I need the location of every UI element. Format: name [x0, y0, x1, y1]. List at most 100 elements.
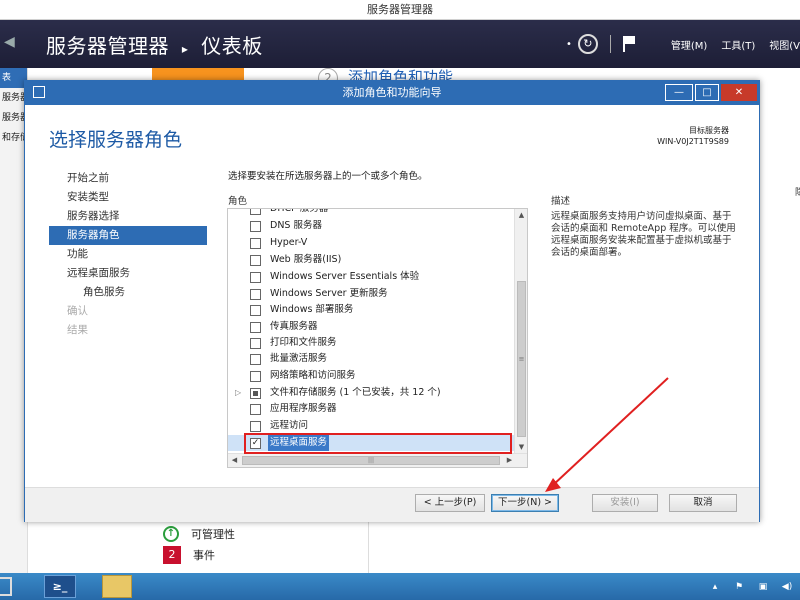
nav-features[interactable]: 功能: [49, 245, 207, 264]
role-item[interactable]: DHCP 服务器: [228, 209, 515, 217]
menu-view[interactable]: 视图(V: [769, 37, 800, 52]
role-item[interactable]: 打印和文件服务: [228, 335, 515, 351]
role-label: DNS 服务器: [270, 220, 322, 231]
nav-before-you-begin[interactable]: 开始之前: [49, 169, 207, 188]
wizard-titlebar: 添加角色和功能向导 — □ ✕: [25, 81, 759, 105]
role-item[interactable]: 批量激活服务: [228, 351, 515, 367]
dropdown-dot-icon[interactable]: •: [566, 39, 572, 50]
events-count-badge: 2: [163, 546, 181, 564]
manageability-row[interactable]: ↑ 可管理性: [163, 526, 235, 542]
menu-manage[interactable]: 管理(M): [671, 37, 707, 52]
role-checkbox[interactable]: [250, 209, 261, 215]
role-checkbox[interactable]: [250, 255, 261, 266]
nav-server-roles[interactable]: 服务器角色: [49, 226, 207, 245]
refresh-icon[interactable]: ↻: [577, 34, 598, 54]
volume-icon[interactable]: ◀): [780, 580, 794, 594]
events-row[interactable]: 2 事件: [163, 546, 215, 564]
target-server-name: WIN-V0J2T1T9S89: [657, 137, 729, 146]
notifications-flag-icon[interactable]: [622, 36, 637, 52]
manageability-label: 可管理性: [191, 528, 235, 541]
add-roles-wizard: 添加角色和功能向导 — □ ✕ 选择服务器角色 目标服务器 WIN-V0J2T1…: [24, 80, 760, 522]
roles-list-box: DHCP 服务器 DNS 服务器 Hyper-V Web 服务器(IIS) Wi…: [227, 208, 528, 468]
wizard-app-icon: [33, 86, 45, 98]
scroll-thumb[interactable]: |||: [242, 456, 500, 465]
menu-tools[interactable]: 工具(T): [721, 37, 755, 52]
taskbar: ≥_ ▴ ⚑ ▣ ◀): [0, 573, 800, 600]
app-heading: 服务器管理器: [46, 34, 169, 58]
vertical-scrollbar[interactable]: ▲ ≡ ▼: [514, 209, 527, 454]
role-description: 远程桌面服务支持用户访问虚拟桌面、基于会话的桌面和 RemoteApp 程序。可…: [551, 211, 736, 258]
role-label: 打印和文件服务: [270, 337, 337, 348]
right-edge-text: 隐: [795, 188, 800, 198]
role-label: Hyper-V: [270, 237, 308, 248]
cancel-button[interactable]: 取消: [669, 494, 737, 512]
sidebar-item-file-storage[interactable]: 和存储: [0, 128, 27, 148]
nav-installation-type[interactable]: 安装类型: [49, 188, 207, 207]
role-checkbox[interactable]: [250, 388, 261, 399]
instruction-text: 选择要安装在所选服务器上的一个或多个角色。: [228, 171, 428, 182]
role-checkbox[interactable]: [250, 238, 261, 249]
sidebar-item-all-servers[interactable]: 服务器: [0, 108, 27, 128]
scroll-left-arrow-icon[interactable]: ◀: [228, 454, 241, 467]
powershell-taskbar-icon[interactable]: ≥_: [44, 575, 76, 598]
action-center-flag-icon[interactable]: ⚑: [732, 580, 746, 594]
nav-role-services[interactable]: 角色服务: [49, 283, 207, 302]
up-arrow-status-icon: ↑: [163, 526, 179, 542]
role-item[interactable]: 远程访问: [228, 418, 515, 434]
next-button[interactable]: 下一步(N) >: [491, 494, 559, 512]
role-item[interactable]: DNS 服务器: [228, 218, 515, 234]
role-item[interactable]: Windows Server Essentials 体验: [228, 269, 515, 285]
nav-confirmation: 确认: [67, 305, 88, 317]
role-label: 批量激活服务: [270, 353, 328, 364]
role-checkbox[interactable]: [250, 305, 261, 316]
scroll-grip-icon: ≡: [518, 355, 525, 363]
role-label: 网络策略和访问服务: [270, 370, 356, 381]
start-button[interactable]: [0, 577, 12, 596]
horizontal-scrollbar[interactable]: ◀ ||| ▶: [228, 453, 527, 467]
divider: [368, 520, 369, 573]
previous-button[interactable]: < 上一步(P): [415, 494, 485, 512]
maximize-icon[interactable]: □: [695, 84, 719, 101]
role-item[interactable]: Windows 部署服务: [228, 302, 515, 318]
file-explorer-taskbar-icon[interactable]: [102, 575, 132, 598]
scroll-right-arrow-icon[interactable]: ▶: [503, 454, 516, 467]
role-checkbox[interactable]: [250, 354, 261, 365]
nav-server-selection[interactable]: 服务器选择: [49, 207, 207, 226]
role-label: Web 服务器(IIS): [270, 254, 342, 265]
expand-arrow-icon[interactable]: ▷: [235, 385, 241, 401]
dashboard-heading: 仪表板: [201, 34, 263, 58]
role-label: 远程访问: [270, 420, 309, 431]
scroll-up-arrow-icon[interactable]: ▲: [515, 209, 527, 222]
role-item[interactable]: Web 服务器(IIS): [228, 252, 515, 268]
back-arrow-icon[interactable]: ◀: [4, 34, 15, 50]
role-item[interactable]: 应用程序服务器: [228, 401, 515, 417]
sidebar-item-dashboard[interactable]: 表: [0, 68, 27, 88]
description-header: 描述: [551, 196, 571, 207]
nav-remote-desktop-services[interactable]: 远程桌面服务: [49, 264, 207, 283]
sidebar-item-local-server[interactable]: 服务器: [0, 88, 27, 108]
role-checkbox[interactable]: [250, 371, 261, 382]
minimize-icon[interactable]: —: [665, 84, 693, 101]
role-checkbox[interactable]: [250, 272, 261, 283]
role-checkbox[interactable]: [250, 221, 261, 232]
role-checkbox[interactable]: [250, 421, 261, 432]
close-icon[interactable]: ✕: [721, 84, 757, 101]
show-hidden-icons-icon[interactable]: ▴: [708, 580, 722, 594]
target-server-label: 目标服务器: [689, 126, 729, 135]
role-checkbox[interactable]: [250, 322, 261, 333]
window-title: 服务器管理器: [367, 3, 433, 16]
role-checkbox[interactable]: [250, 338, 261, 349]
role-checkbox[interactable]: [250, 289, 261, 300]
role-item[interactable]: 传真服务器: [228, 319, 515, 335]
server-manager-titlebar: 服务器管理器: [0, 0, 800, 20]
roles-header: 角色: [228, 196, 248, 207]
role-item[interactable]: ▷ 文件和存储服务 (1 个已安装，共 12 个): [228, 385, 515, 401]
network-icon[interactable]: ▣: [756, 580, 770, 594]
role-label: Windows 部署服务: [270, 304, 354, 315]
role-item[interactable]: Hyper-V: [228, 235, 515, 251]
role-item[interactable]: Windows Server 更新服务: [228, 286, 515, 302]
role-checkbox[interactable]: [250, 404, 261, 415]
role-item[interactable]: 网络策略和访问服务: [228, 368, 515, 384]
server-manager-header: ◀ 服务器管理器 ▸ 仪表板 • ↻ 管理(M) 工具(T) 视图(V: [0, 20, 800, 68]
nav-results: 结果: [67, 324, 88, 336]
